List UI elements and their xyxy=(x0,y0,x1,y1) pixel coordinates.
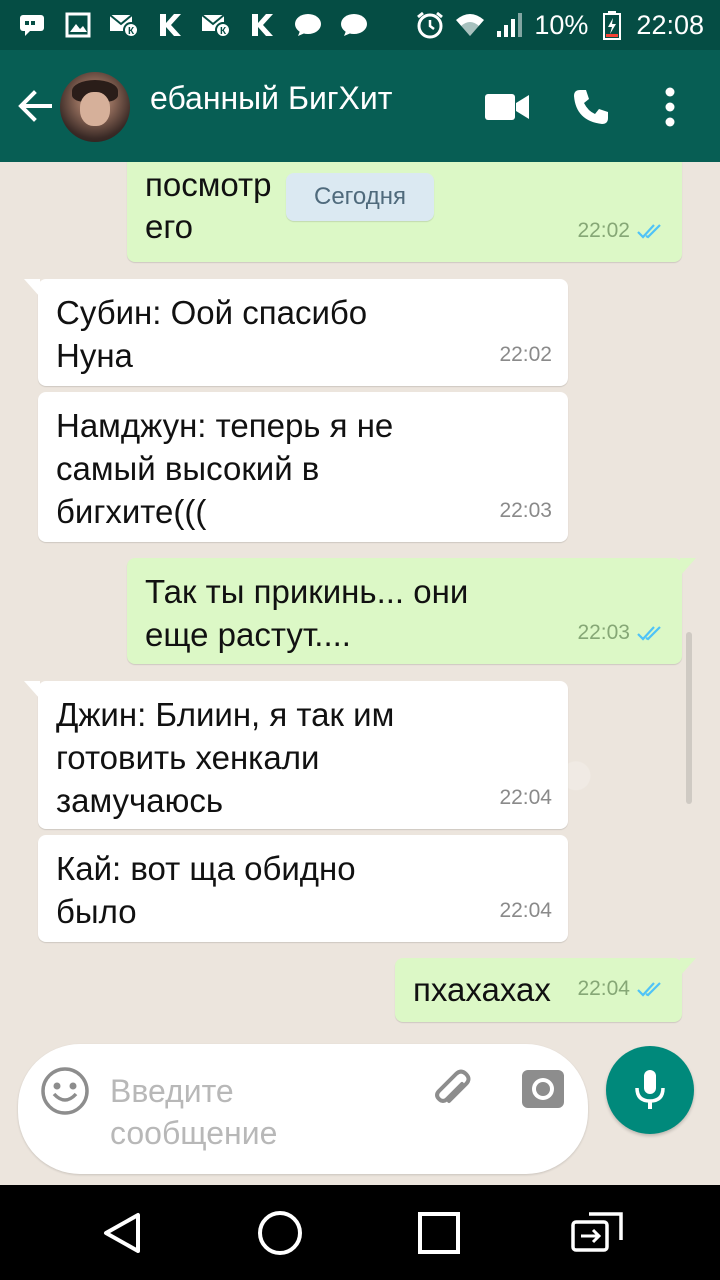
message-incoming[interactable]: Субин: Оой спасибо Нуна 22:02 xyxy=(24,279,568,386)
message-text: Джин: Блиин, я так им готовить хенкали з… xyxy=(56,696,395,819)
attach-icon[interactable] xyxy=(428,1066,478,1116)
more-vert-icon[interactable] xyxy=(645,82,695,132)
back-arrow-icon[interactable] xyxy=(14,84,56,128)
message-time: 22:04 xyxy=(577,977,630,1000)
message-time: 22:03 xyxy=(499,499,552,522)
message-text: Намджун: теперь я не самый высокий в биг… xyxy=(56,407,394,530)
message-outgoing[interactable]: пхахахах 22:04 xyxy=(395,958,696,1022)
battery-percent: 10% xyxy=(534,9,589,40)
nav-switch-app-icon[interactable] xyxy=(570,1207,626,1259)
k-icon xyxy=(246,11,278,39)
scrollbar[interactable] xyxy=(686,632,692,804)
message-time: 22:02 xyxy=(577,219,630,242)
double-check-icon xyxy=(637,981,661,997)
mail-icon: К xyxy=(108,11,140,39)
chat-title[interactable]: ебанный БигХит xyxy=(150,80,392,117)
message-time: 22:04 xyxy=(499,786,552,809)
bubble-tail xyxy=(680,558,696,576)
mic-icon xyxy=(635,1070,665,1109)
avatar-face xyxy=(80,92,110,126)
emoji-icon[interactable] xyxy=(40,1066,90,1116)
message-incoming[interactable]: Намджун: теперь я не самый высокий в биг… xyxy=(38,392,568,542)
chat-header: ебанный БигХит xyxy=(0,50,720,162)
message-meta: 22:02 xyxy=(577,209,666,252)
message-incoming[interactable]: Кай: вот ща обидно было 22:04 xyxy=(38,835,568,942)
message-time: 22:02 xyxy=(499,343,552,366)
video-call-icon[interactable] xyxy=(482,82,532,132)
message-meta: 22:04 xyxy=(577,967,666,1010)
svg-text:К: К xyxy=(128,26,135,37)
nav-back-icon[interactable] xyxy=(94,1207,150,1259)
date-chip: Сегодня xyxy=(286,173,434,221)
k-icon xyxy=(154,11,186,39)
message-outgoing[interactable]: Так ты прикинь... они еще растут.... 22:… xyxy=(127,558,696,664)
nav-home-icon[interactable] xyxy=(252,1207,308,1259)
message-input-bar[interactable]: Введите сообщение xyxy=(18,1044,588,1174)
message-incoming[interactable]: Джин: Блиин, я так им готовить хенкали з… xyxy=(24,681,568,829)
notification-icon xyxy=(16,11,48,39)
message-time: 22:03 xyxy=(577,621,630,644)
bubble-tail xyxy=(24,681,40,699)
double-check-icon xyxy=(637,223,661,239)
message-input[interactable]: Введите сообщение xyxy=(110,1070,410,1154)
chat-icon xyxy=(292,11,324,39)
nav-recents-icon[interactable] xyxy=(411,1207,467,1259)
status-bar: К К 10% 22:08 xyxy=(0,0,720,50)
chat-area[interactable]: посмотр ешь его 22:02 Сегодня Субин: Оой… xyxy=(0,162,720,1185)
battery-icon xyxy=(596,11,628,40)
image-icon xyxy=(62,11,94,39)
wifi-icon xyxy=(454,11,486,39)
bubble-tail xyxy=(24,279,40,297)
message-time: 22:04 xyxy=(499,899,552,922)
phone-icon[interactable] xyxy=(566,82,616,132)
navigation-bar xyxy=(0,1185,720,1280)
signal-icon xyxy=(494,11,526,39)
mail-icon: К xyxy=(200,11,232,39)
camera-icon[interactable] xyxy=(520,1066,570,1116)
chat-icon xyxy=(338,11,370,39)
bubble-tail xyxy=(680,958,696,976)
alarm-icon xyxy=(414,11,446,39)
mic-button[interactable] xyxy=(606,1046,694,1134)
message-meta: 22:03 xyxy=(577,611,666,654)
status-time: 22:08 xyxy=(636,9,704,40)
message-text: Субин: Оой спасибо Нуна xyxy=(56,294,368,374)
avatar[interactable] xyxy=(60,72,130,142)
svg-text:К: К xyxy=(220,26,227,37)
double-check-icon xyxy=(637,625,661,641)
message-text: Кай: вот ща обидно было xyxy=(56,850,356,930)
